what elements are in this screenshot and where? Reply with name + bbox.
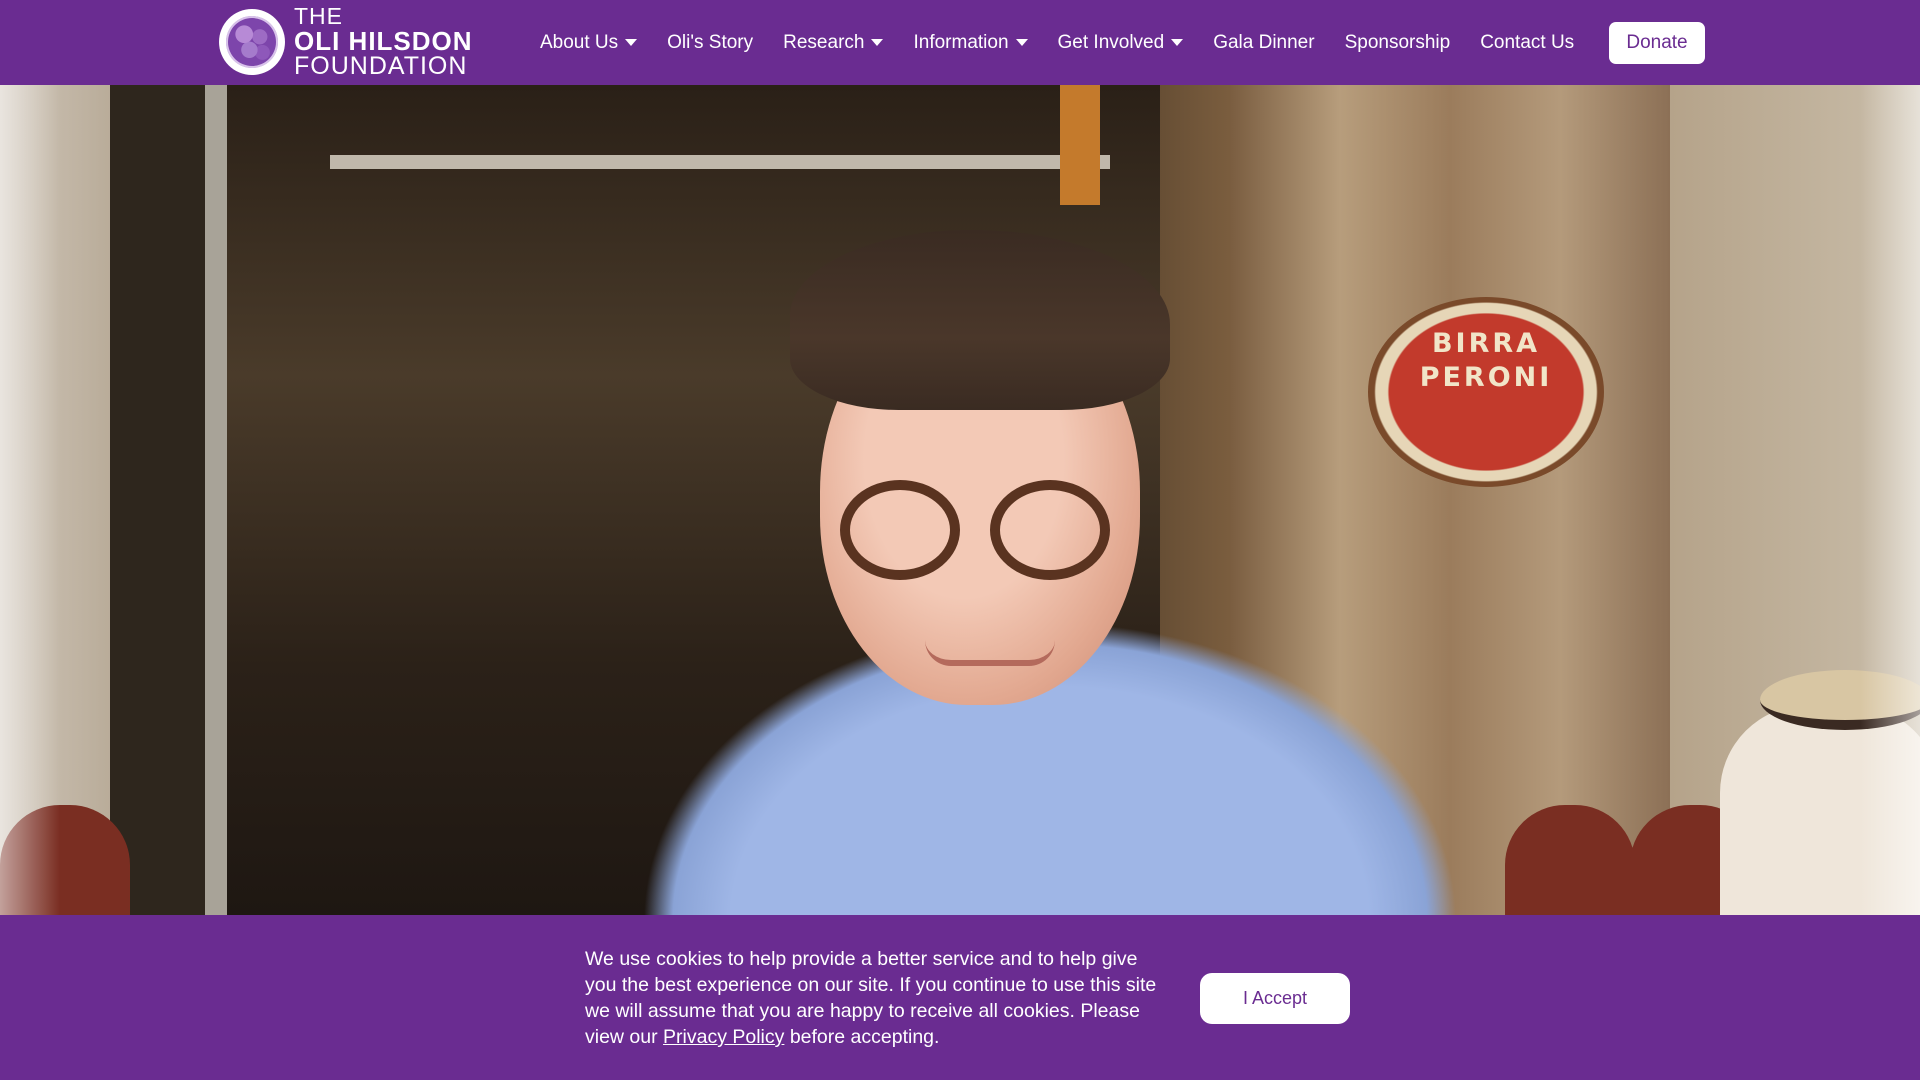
nav-item-contact-us[interactable]: Contact Us <box>1480 32 1574 54</box>
sign-line-1: BIRRA <box>1431 328 1541 359</box>
nav-item-label: Research <box>783 31 865 53</box>
hero-door-frame-edge <box>205 85 227 915</box>
sign-line-2: PERONI <box>1419 362 1553 393</box>
cookie-message: We use cookies to help provide a better … <box>585 946 1165 1050</box>
hero-chair <box>1505 805 1635 915</box>
logo-wordmark: THE OLI HILSDON FOUNDATION <box>294 5 473 79</box>
main-nav: About Us Oli's Story Research Informatio… <box>540 0 1604 85</box>
nav-item-sponsorship[interactable]: Sponsorship <box>1345 32 1451 54</box>
caret-down-icon <box>1171 39 1184 46</box>
hero-vignette-left <box>0 85 60 915</box>
hero-smile <box>925 640 1055 666</box>
nav-item-label: Oli's Story <box>667 31 754 53</box>
nav-item-research[interactable]: Research <box>783 31 884 54</box>
logo-line-3: FOUNDATION <box>294 52 468 80</box>
nav-item-label: About Us <box>540 31 619 53</box>
accept-cookies-button[interactable]: I Accept <box>1200 973 1350 1024</box>
caret-down-icon <box>625 39 638 46</box>
nav-item-label: Contact Us <box>1480 31 1575 53</box>
hero-vignette-right <box>1860 85 1920 915</box>
hero-orange-strip <box>1060 85 1100 205</box>
nav-item-olis-story[interactable]: Oli's Story <box>667 32 753 54</box>
glasses-icon <box>840 480 1140 590</box>
glasses-lens-left <box>840 480 960 580</box>
caret-down-icon <box>1015 39 1028 46</box>
sign-text: BIRRA PERONI <box>1368 327 1604 395</box>
privacy-policy-link[interactable]: Privacy Policy <box>663 1026 784 1048</box>
nav-item-label: Gala Dinner <box>1213 31 1315 53</box>
hero-door-frame <box>110 85 220 915</box>
nav-item-information[interactable]: Information <box>913 31 1028 54</box>
nav-item-label: Get Involved <box>1057 31 1165 53</box>
nav-item-gala-dinner[interactable]: Gala Dinner <box>1213 32 1314 54</box>
caret-down-icon <box>871 39 884 46</box>
brain-logo-icon <box>219 9 285 75</box>
logo-line-2: OLI HILSDON <box>294 26 473 56</box>
nav-item-get-involved[interactable]: Get Involved <box>1058 32 1184 54</box>
donate-button[interactable]: Donate <box>1609 22 1705 64</box>
hero-photo: BIRRA PERONI <box>0 85 1920 915</box>
hero-ceiling-bar <box>330 155 1110 169</box>
site-header: THE OLI HILSDON FOUNDATION About Us Oli'… <box>0 0 1920 85</box>
site-logo[interactable]: THE OLI HILSDON FOUNDATION <box>219 5 473 79</box>
nav-item-about-us[interactable]: About Us <box>540 31 638 54</box>
logo-line-1: THE <box>294 3 343 29</box>
nav-item-label: Sponsorship <box>1344 31 1451 53</box>
glasses-lens-right <box>990 480 1110 580</box>
cookie-text-after: before accepting. <box>784 1026 940 1048</box>
nav-item-label: Information <box>913 31 1009 53</box>
